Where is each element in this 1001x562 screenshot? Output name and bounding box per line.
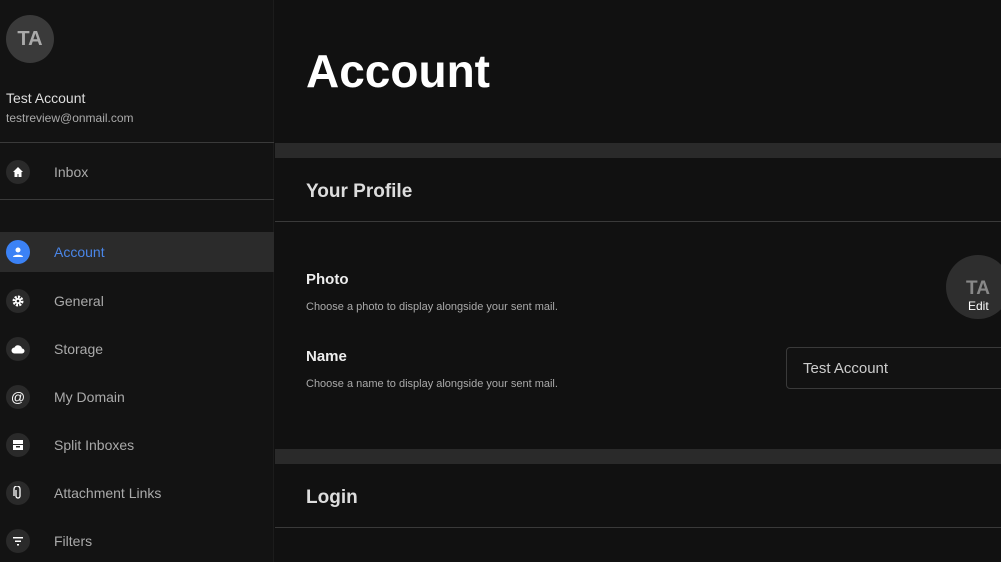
divider (0, 142, 274, 143)
filter-icon (6, 529, 30, 553)
photo-avatar-initials: TA (966, 278, 990, 299)
name-description: Choose a name to display alongside your … (306, 378, 558, 390)
user-name: Test Account (6, 90, 86, 106)
sidebar-item-attachment-links[interactable]: Attachment Links (0, 473, 274, 513)
sidebar-item-label: My Domain (54, 389, 125, 405)
sidebar-item-label: General (54, 293, 104, 309)
section-separator (275, 143, 1001, 158)
person-icon (6, 240, 30, 264)
sidebar: TA Test Account testreview@onmail.com In… (0, 0, 274, 562)
paperclip-icon (6, 481, 30, 505)
sidebar-item-label: Filters (54, 533, 93, 549)
sidebar-item-label: Storage (54, 341, 104, 357)
section-heading-login: Login (306, 487, 358, 508)
at-icon: @ (6, 385, 30, 409)
sidebar-item-label: Inbox (54, 164, 89, 180)
divider (275, 221, 1001, 222)
profile-photo-edit-button[interactable]: TA Edit (946, 255, 1001, 319)
sidebar-item-general[interactable]: General (0, 281, 274, 321)
sidebar-item-label: Split Inboxes (54, 437, 135, 453)
photo-description: Choose a photo to display alongside your… (306, 301, 558, 313)
home-icon (6, 160, 30, 184)
sidebar-item-account[interactable]: Account (0, 232, 274, 272)
edit-label: Edit (968, 299, 989, 313)
tray-icon (6, 433, 30, 457)
sidebar-item-split-inboxes[interactable]: Split Inboxes (0, 425, 274, 465)
sidebar-item-my-domain[interactable]: @ My Domain (0, 377, 274, 417)
user-avatar[interactable]: TA (6, 15, 54, 63)
sidebar-item-label: Account (54, 244, 105, 260)
main-content: Account Your Profile Photo Choose a phot… (275, 0, 1001, 562)
sidebar-item-label: Attachment Links (54, 485, 162, 501)
name-label: Name (306, 348, 347, 365)
cloud-icon (6, 337, 30, 361)
section-separator (275, 449, 1001, 464)
sidebar-item-filters[interactable]: Filters (0, 521, 274, 561)
photo-label: Photo (306, 271, 349, 288)
page-title: Account (306, 45, 490, 97)
section-heading-profile: Your Profile (306, 181, 413, 202)
divider (275, 527, 1001, 528)
sidebar-item-storage[interactable]: Storage (0, 329, 274, 369)
gear-icon (6, 289, 30, 313)
divider (0, 199, 274, 200)
sidebar-item-inbox[interactable]: Inbox (0, 152, 274, 192)
name-input[interactable] (786, 347, 1001, 389)
user-email: testreview@onmail.com (6, 111, 134, 125)
